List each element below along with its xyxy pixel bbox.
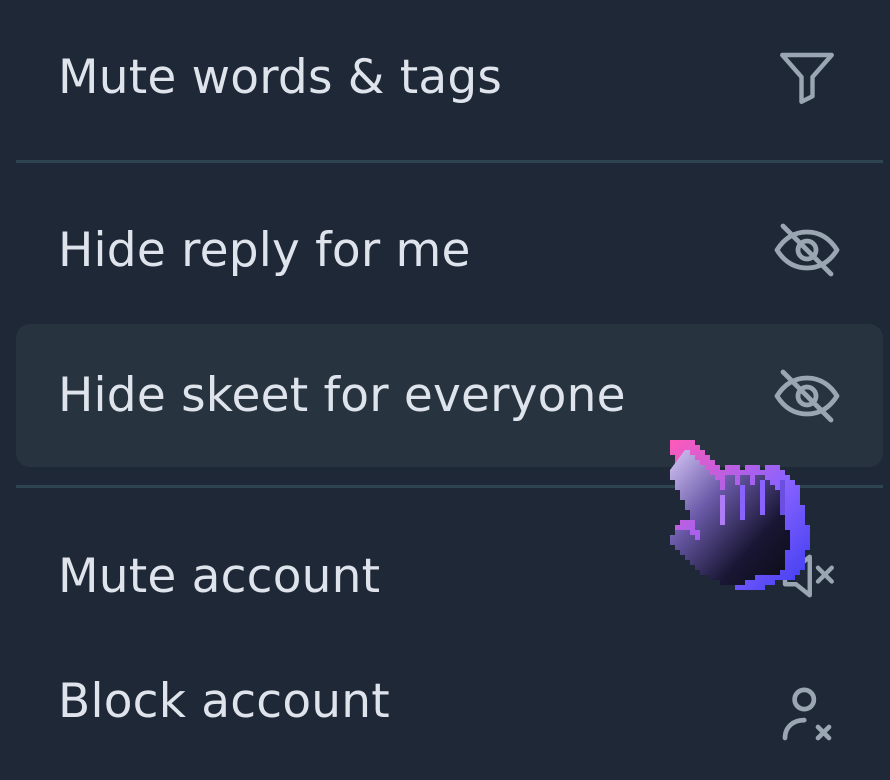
filter-icon	[771, 41, 843, 113]
menu-item-label: Mute account	[58, 548, 381, 604]
menu-item-block-account[interactable]: Block account	[16, 660, 883, 780]
person-x-icon	[771, 680, 843, 752]
eye-slash-icon	[771, 360, 843, 432]
menu-item-label: Block account	[58, 674, 390, 729]
speaker-mute-icon	[771, 540, 843, 612]
menu-separator	[16, 160, 883, 163]
menu-item-hide-skeet[interactable]: Hide skeet for everyone	[16, 324, 883, 467]
menu-item-label: Hide reply for me	[58, 222, 471, 278]
menu-item-label: Mute words & tags	[58, 49, 503, 105]
context-menu: Mute words & tags Hide reply for me Hide…	[0, 0, 890, 750]
menu-item-mute-account[interactable]: Mute account	[16, 506, 883, 646]
menu-item-hide-reply[interactable]: Hide reply for me	[16, 180, 883, 320]
eye-slash-icon	[771, 214, 843, 286]
menu-item-label: Hide skeet for everyone	[58, 368, 626, 423]
menu-item-mute-words[interactable]: Mute words & tags	[16, 12, 883, 142]
menu-separator	[16, 485, 883, 488]
